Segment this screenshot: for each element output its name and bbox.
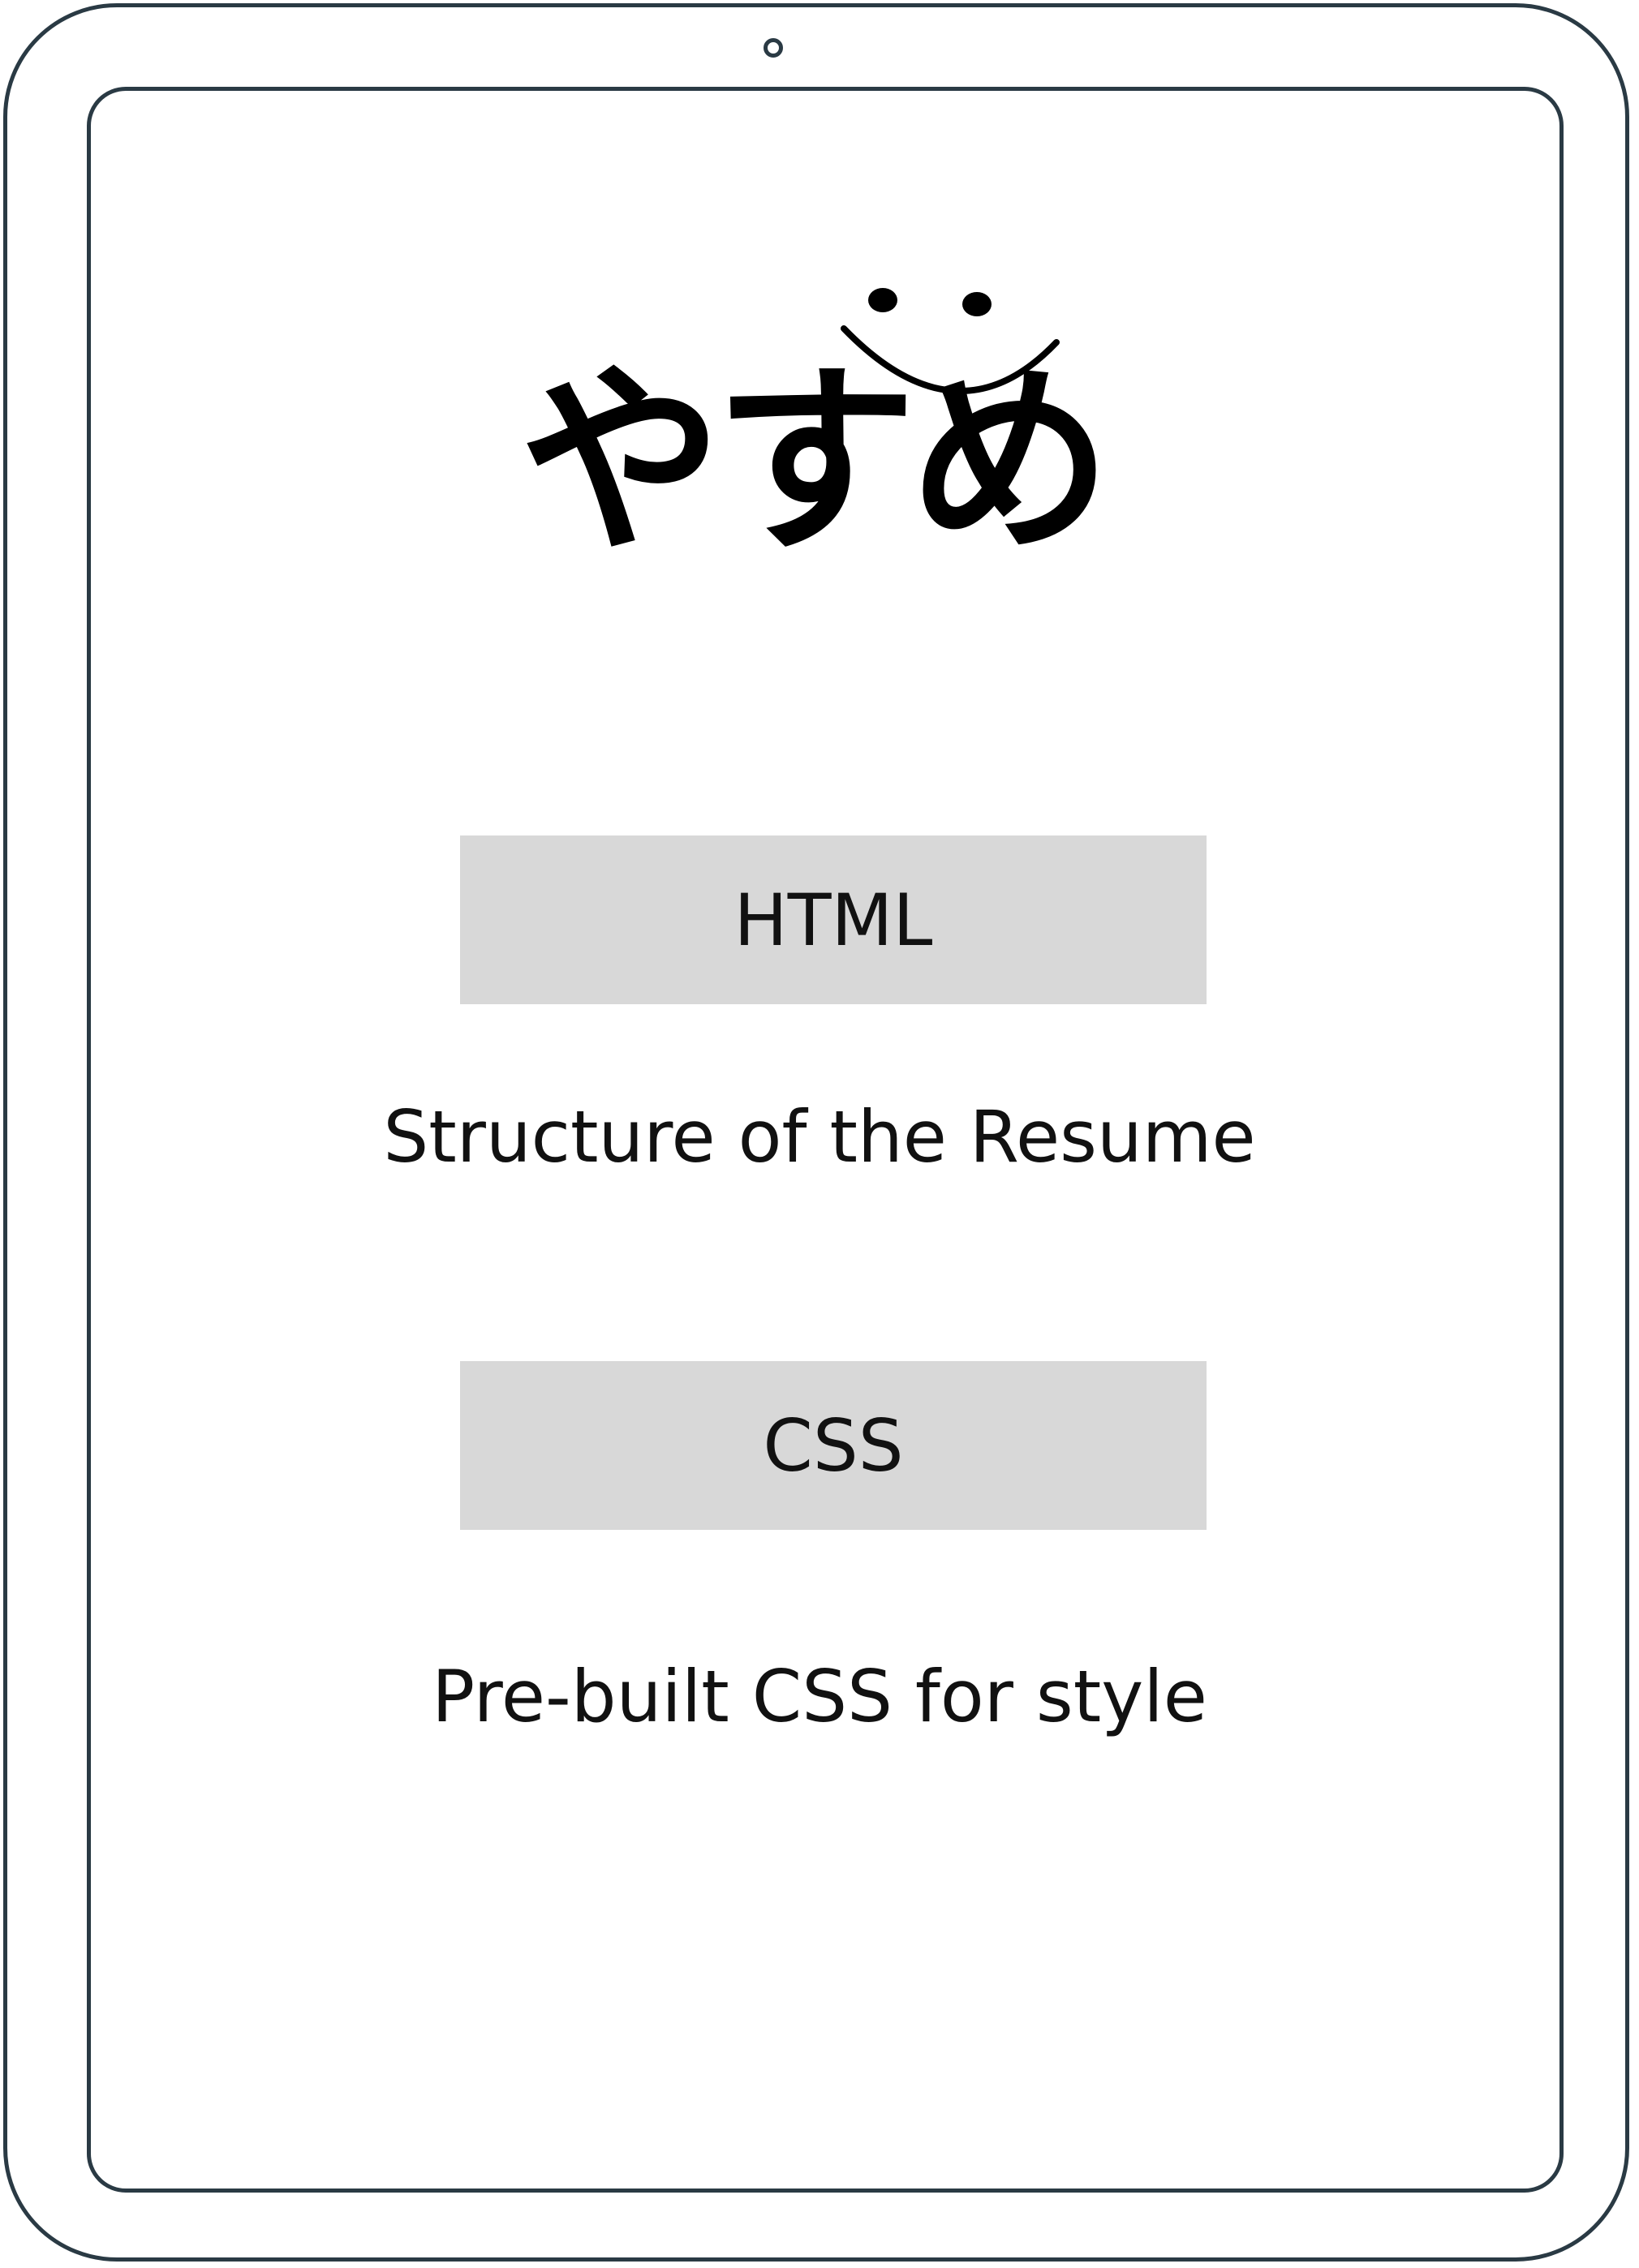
html-description: Structure of the Resume — [383, 1095, 1256, 1179]
camera-icon — [764, 38, 783, 58]
html-label-box: HTML — [460, 835, 1207, 1004]
css-description: Pre-built CSS for style — [432, 1655, 1207, 1738]
css-label: CSS — [763, 1403, 904, 1488]
yasume-logo: やすめ — [438, 195, 1185, 649]
html-label: HTML — [733, 878, 933, 962]
logo-text: やすめ — [519, 344, 1112, 580]
css-label-box: CSS — [460, 1361, 1207, 1530]
